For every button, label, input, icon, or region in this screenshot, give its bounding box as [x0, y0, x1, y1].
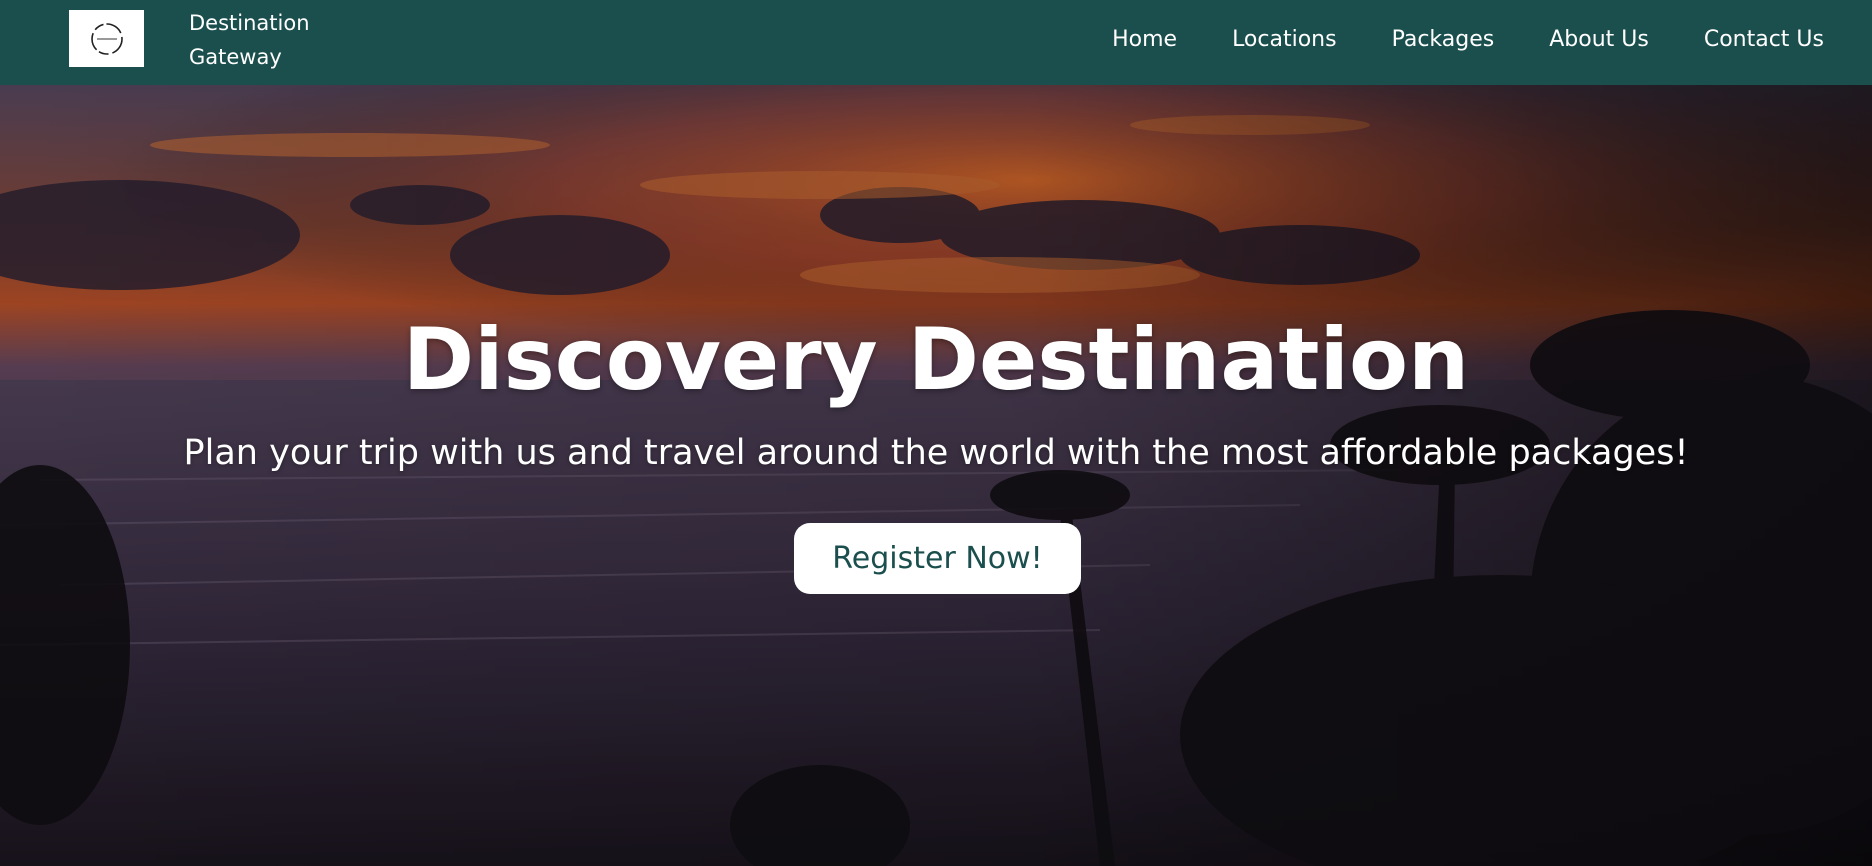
- hero-background-image: [0, 85, 1872, 866]
- navbar: Destination Gateway Home Locations Packa…: [0, 0, 1872, 85]
- circle-logo-icon: [90, 22, 123, 55]
- nav-link-about-us[interactable]: About Us: [1549, 27, 1649, 52]
- nav-link-packages[interactable]: Packages: [1392, 27, 1495, 52]
- hero-section: Discovery Destination Plan your trip wit…: [0, 85, 1872, 866]
- hero-subtitle: Plan your trip with us and travel around…: [183, 433, 1689, 473]
- brand-line-2: Gateway: [189, 45, 282, 69]
- hero-title: Discovery Destination: [402, 310, 1470, 410]
- brand-line-1: Destination: [189, 11, 310, 35]
- logo[interactable]: [69, 10, 144, 67]
- brand-name[interactable]: Destination Gateway: [189, 6, 310, 74]
- nav-link-contact-us[interactable]: Contact Us: [1704, 27, 1824, 52]
- nav-links: Home Locations Packages About Us Contact…: [1057, 0, 1824, 78]
- nav-link-home[interactable]: Home: [1112, 27, 1177, 52]
- nav-link-locations[interactable]: Locations: [1232, 27, 1337, 52]
- register-now-button[interactable]: Register Now!: [794, 523, 1081, 594]
